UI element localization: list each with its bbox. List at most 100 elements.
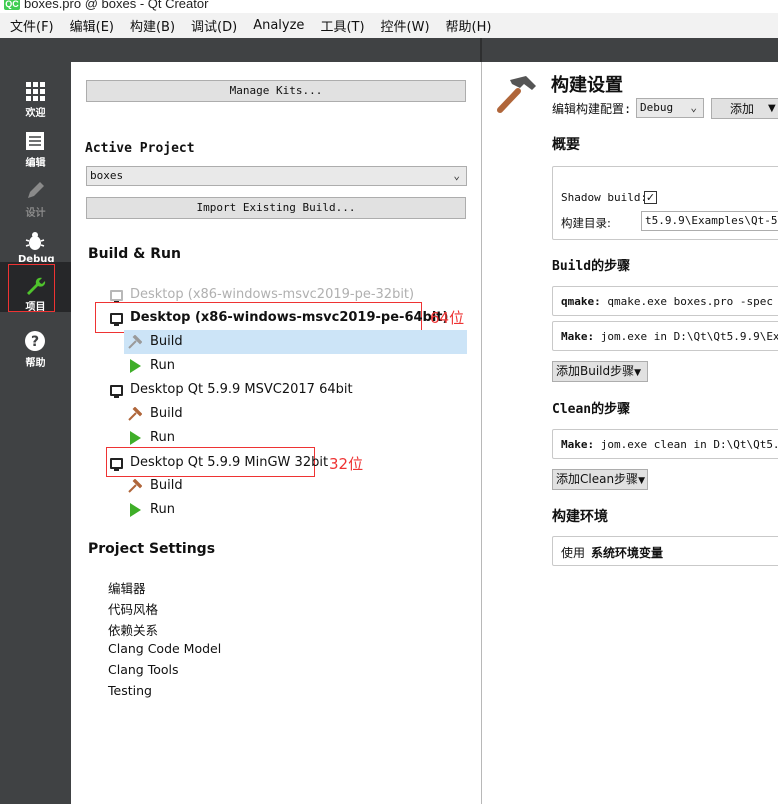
menu-build[interactable]: 构建(B): [130, 16, 175, 35]
chevron-down-icon: ⌄: [690, 101, 697, 114]
grid-icon: [26, 82, 45, 101]
hammer-icon: [128, 407, 142, 421]
mode-help-label: 帮助: [25, 358, 46, 369]
settings-code-style[interactable]: 代码风格: [108, 599, 158, 618]
desktop-icon: [110, 313, 123, 326]
make-step-key: Make:: [561, 330, 595, 343]
settings-clang-tools[interactable]: Clang Tools: [108, 662, 178, 677]
menu-file[interactable]: 文件(F): [10, 16, 54, 35]
shadow-build-label: Shadow build:: [561, 191, 648, 204]
settings-dependencies[interactable]: 依赖关系: [108, 620, 158, 639]
kit-label: Desktop Qt 5.9.9 MSVC2017 64bit: [130, 382, 353, 397]
mode-projects-label: 项目: [25, 302, 46, 313]
make-step[interactable]: Make: jom.exe in D:\Qt\Qt5.9.9\Examp: [552, 321, 778, 351]
kit-label: Desktop Qt 5.9.9 MinGW 32bit: [130, 455, 329, 470]
add-config-button[interactable]: 添加 ▼: [711, 98, 778, 119]
hammer-icon: [128, 335, 142, 349]
annotation-64bit: 64位: [430, 309, 465, 327]
overview-heading: 概要: [552, 137, 580, 153]
settings-clang-code-model[interactable]: Clang Code Model: [108, 641, 221, 656]
clean-step-key: Make:: [561, 438, 595, 451]
document-icon: [26, 132, 44, 150]
menu-edit[interactable]: 编辑(E): [70, 16, 114, 35]
qmake-step-key: qmake:: [561, 295, 601, 308]
menu-help[interactable]: 帮助(H): [446, 16, 492, 35]
kit-msvc2017-build-item[interactable]: Build: [124, 402, 467, 426]
manage-kits-button[interactable]: Manage Kits...: [86, 80, 466, 102]
desktop-icon: [110, 385, 123, 398]
menu-debug[interactable]: 调试(D): [191, 16, 237, 35]
hammer-icon: [128, 479, 142, 493]
toolbar-splitter: [480, 38, 482, 62]
build-label: Build: [150, 478, 183, 493]
build-label: Build: [150, 406, 183, 421]
menu-widgets[interactable]: 控件(W): [381, 16, 430, 35]
play-icon: [130, 503, 141, 517]
add-clean-step-label: 添加Clean步骤: [556, 472, 639, 486]
build-settings-title: 构建设置: [551, 75, 623, 96]
build-environment-row[interactable]: 使用 系统环境变量: [552, 536, 778, 566]
clean-steps-heading: Clean的步骤: [552, 402, 631, 417]
shadow-build-checkbox[interactable]: ✓: [644, 191, 657, 204]
active-project-select[interactable]: boxes ⌄: [86, 166, 467, 186]
mode-help[interactable]: ? 帮助: [0, 320, 71, 370]
mode-edit[interactable]: 编辑: [0, 120, 71, 170]
env-value: 系统环境变量: [591, 546, 664, 560]
settings-testing[interactable]: Testing: [108, 683, 152, 698]
kit-label: Desktop (x86-windows-msvc2019-pe-64bit): [130, 310, 449, 325]
top-toolbar-strip: [0, 38, 778, 62]
kit-item-x86-msvc2019-64bit[interactable]: Desktop (x86-windows-msvc2019-pe-64bit): [106, 306, 466, 330]
mode-welcome[interactable]: 欢迎: [0, 70, 71, 120]
run-label: Run: [150, 502, 175, 517]
wrench-icon: [27, 277, 46, 295]
build-steps-heading: Build的步骤: [552, 259, 631, 274]
qmake-step[interactable]: qmake: qmake.exe boxes.pro -spec win: [552, 286, 778, 316]
triangle-down-icon: ▼: [638, 476, 645, 486]
build-dir-field[interactable]: t5.9.9\Examples\Qt-5.9.9\: [641, 211, 778, 231]
play-icon: [130, 431, 141, 445]
menu-tools[interactable]: 工具(T): [320, 16, 364, 35]
project-navigation-panel: Manage Kits... Active Project boxes ⌄ Im…: [71, 62, 481, 804]
active-project-label: Active Project: [85, 141, 195, 156]
build-dir-label: 构建目录:: [561, 216, 611, 230]
title-bar: QC boxes.pro @ boxes - Qt Creator: [0, 0, 778, 13]
kit-mingw-build-item[interactable]: Build: [124, 474, 467, 498]
kit-64bit-build-item[interactable]: Build: [124, 330, 467, 354]
menu-analyze[interactable]: Analyze: [253, 18, 304, 33]
window-title: boxes.pro @ boxes - Qt Creator: [24, 0, 209, 11]
kit-item-qt599-mingw-32bit[interactable]: Desktop Qt 5.9.9 MinGW 32bit: [106, 451, 466, 475]
build-config-select[interactable]: Debug ⌄: [636, 98, 704, 118]
active-project-value: boxes: [90, 169, 124, 182]
mode-design-label: 设计: [25, 208, 46, 219]
mode-edit-label: 编辑: [25, 158, 46, 169]
pencil-icon: [28, 182, 44, 198]
project-settings-heading: Project Settings: [88, 541, 216, 557]
desktop-icon: [110, 290, 123, 303]
chevron-down-icon: ⌄: [453, 169, 460, 182]
import-existing-build-button[interactable]: Import Existing Build...: [86, 197, 466, 219]
annotation-32bit: 32位: [329, 455, 364, 473]
add-config-label: 添加: [730, 102, 755, 116]
mode-sidebar: 欢迎 编辑 设计 Debug 项目 ? 帮助: [0, 62, 71, 804]
triangle-down-icon: ▼: [768, 103, 776, 114]
help-icon: ?: [25, 331, 45, 351]
build-label: Build: [150, 334, 183, 349]
triangle-down-icon: ▼: [634, 368, 642, 378]
hammer-icon: [497, 76, 536, 113]
mode-projects[interactable]: 项目: [0, 262, 71, 313]
settings-editor[interactable]: 编辑器: [108, 578, 146, 597]
add-clean-step-button[interactable]: 添加Clean步骤▼: [552, 469, 648, 490]
add-build-step-button[interactable]: 添加Build步骤▼: [552, 361, 648, 382]
clean-make-step[interactable]: Make: jom.exe clean in D:\Qt\Qt5.9.9: [552, 429, 778, 459]
build-config-value: Debug: [640, 101, 674, 114]
kit-item-qt599-msvc2017-64bit[interactable]: Desktop Qt 5.9.9 MSVC2017 64bit: [106, 378, 466, 402]
kit-mingw-run-item[interactable]: Run: [124, 498, 467, 522]
mode-welcome-label: 欢迎: [25, 108, 46, 119]
overview-group: Shadow build: ✓ 构建目录: t5.9.9\Examples\Qt…: [552, 166, 778, 240]
qt-creator-logo-icon: QC: [4, 0, 20, 10]
mode-design[interactable]: 设计: [0, 170, 71, 220]
qmake-step-value: qmake.exe boxes.pro -spec win: [607, 295, 778, 308]
run-label: Run: [150, 358, 175, 373]
kit-64bit-run-item[interactable]: Run: [124, 354, 467, 378]
play-icon: [130, 359, 141, 373]
